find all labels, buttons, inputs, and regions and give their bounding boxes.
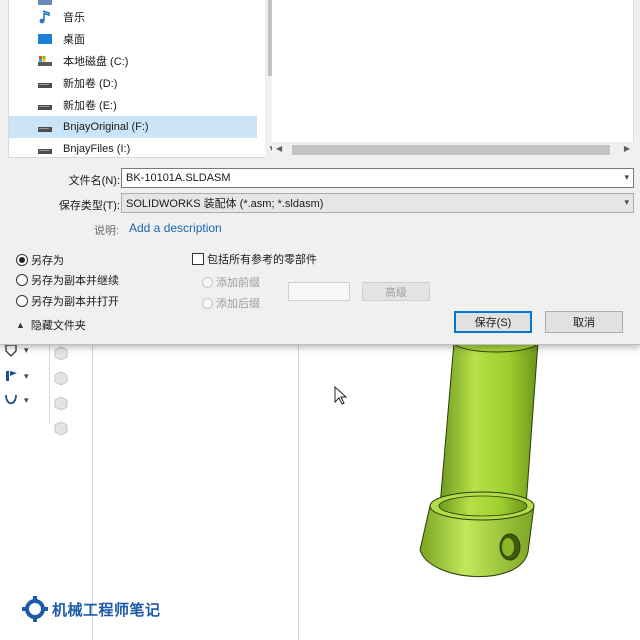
desktop-folder-icon — [38, 34, 52, 44]
nav-item-label: 桌面 — [63, 34, 85, 46]
chevron-down-icon[interactable]: ▾ — [624, 172, 629, 183]
radio-label: 另存为副本并打开 — [31, 296, 119, 308]
nav-item-label: BnjayOriginal (F:) — [63, 121, 149, 133]
filename-value[interactable]: BK-10101A.SLDASM — [126, 172, 231, 184]
description-label: 说明: — [94, 225, 120, 237]
file-list-pane[interactable]: ◀ ▶ — [272, 0, 634, 158]
advanced-button: 高级 — [362, 282, 430, 301]
chevron-down-icon[interactable]: ▾ — [24, 371, 29, 382]
save-type-value[interactable]: SOLIDWORKS 装配体 (*.asm; *.sldasm) — [126, 195, 323, 211]
hide-folders-label[interactable]: 隐藏文件夹 — [31, 317, 86, 333]
toolbar-row-2[interactable]: ▾ — [2, 366, 46, 386]
save-as-dialog: 音乐 桌面 本地磁盘 (C:) 新加卷 (D:) 新加卷 (E:) BnjayO… — [0, 0, 640, 345]
nav-item-desktop[interactable]: 桌面 — [9, 28, 257, 50]
nav-item-drive-c[interactable]: 本地磁盘 (C:) — [9, 50, 257, 72]
curve-sketch-icon[interactable] — [2, 391, 20, 409]
add-description-link[interactable]: Add a description — [129, 221, 222, 235]
watermark: 机械工程师笔记 — [22, 596, 161, 622]
save-type-label: 保存类型(T): — [58, 200, 120, 212]
save-button[interactable]: 保存(S) — [454, 311, 532, 333]
prefix-suffix-input — [288, 282, 350, 301]
nav-item-drive-d[interactable]: 新加卷 (D:) — [9, 72, 257, 94]
part-icon — [54, 371, 68, 386]
filename-input[interactable]: BK-10101A.SLDASM ▾ — [121, 168, 634, 188]
cancel-button[interactable]: 取消 — [545, 311, 623, 333]
part-icon — [54, 421, 68, 436]
chevron-down-icon[interactable]: ▾ — [624, 197, 629, 208]
radio-label: 添加前缀 — [216, 277, 260, 289]
drive-icon — [38, 105, 52, 110]
nav-item-label: 音乐 — [63, 12, 85, 24]
scroll-right-arrow-icon[interactable]: ▶ — [624, 144, 630, 153]
radio-save-copy-open[interactable]: 另存为副本并打开 — [16, 293, 119, 309]
left-toolbar: ▾ ▾ ▾ — [0, 340, 50, 424]
save-type-select[interactable]: SOLIDWORKS 装配体 (*.asm; *.sldasm) ▾ — [121, 193, 634, 213]
nav-item-label: 本地磁盘 (C:) — [63, 56, 129, 68]
music-note-icon — [39, 10, 50, 24]
nav-item-label: 新加卷 (E:) — [63, 100, 117, 112]
navigation-pane: 音乐 桌面 本地磁盘 (C:) 新加卷 (D:) 新加卷 (E:) BnjayO… — [8, 0, 281, 160]
drive-icon — [38, 127, 52, 132]
radio-button-disabled — [202, 276, 213, 288]
drive-icon — [38, 83, 52, 88]
scroll-left-arrow-icon[interactable]: ◀ — [276, 144, 282, 153]
include-references-checkbox[interactable]: 包括所有参考的零部件 — [192, 251, 317, 267]
toolbar-row-3[interactable]: ▾ — [2, 390, 46, 410]
watermark-text: 机械工程师笔记 — [52, 601, 161, 619]
part-icon — [54, 396, 68, 411]
radio-save-as[interactable]: 另存为 — [16, 252, 64, 268]
3d-part-model[interactable] — [410, 330, 550, 590]
radio-save-copy-continue[interactable]: 另存为副本并继续 — [16, 272, 119, 288]
mouse-cursor-icon — [334, 386, 348, 405]
filename-label: 文件名(N): — [68, 175, 120, 187]
checkbox[interactable] — [192, 253, 204, 265]
nav-item-drive-i[interactable]: BnjayFiles (I:) — [9, 138, 257, 160]
chevron-down-icon[interactable]: ▾ — [24, 345, 29, 356]
chevron-up-icon[interactable]: ▲ — [16, 320, 25, 330]
gear-logo-icon — [22, 596, 48, 622]
file-list-horizontal-scrollbar[interactable]: ◀ ▶ — [272, 142, 634, 158]
disabled-tool-icons — [52, 344, 72, 444]
radio-button-selected[interactable] — [16, 254, 28, 266]
flag-pin-icon[interactable] — [2, 367, 20, 385]
viewport-divider — [298, 345, 299, 640]
radio-button[interactable] — [16, 274, 28, 286]
radio-label: 添加后缀 — [216, 298, 260, 310]
chevron-down-icon[interactable]: ▾ — [24, 395, 29, 406]
checkbox-label: 包括所有参考的零部件 — [207, 254, 317, 266]
nav-item-drive-e[interactable]: 新加卷 (E:) — [9, 94, 257, 116]
nav-item-drive-f[interactable]: BnjayOriginal (F:) — [9, 116, 257, 138]
radio-label: 另存为副本并继续 — [31, 275, 119, 287]
nav-item-label: 新加卷 (D:) — [63, 78, 118, 90]
nav-item-label: BnjayFiles (I:) — [63, 143, 131, 155]
hide-folders-toggle[interactable]: ▲ 隐藏文件夹 — [16, 317, 86, 333]
scrollbar-thumb[interactable] — [292, 145, 610, 155]
radio-button[interactable] — [16, 295, 28, 307]
radio-add-suffix: 添加后缀 — [202, 295, 260, 311]
system-drive-icon — [38, 56, 52, 66]
radio-label: 另存为 — [31, 255, 64, 267]
radio-button-disabled — [202, 297, 213, 309]
part-icon — [54, 346, 68, 361]
radio-add-prefix: 添加前缀 — [202, 274, 260, 290]
nav-item-music[interactable]: 音乐 — [9, 6, 257, 28]
drive-icon — [38, 149, 52, 154]
